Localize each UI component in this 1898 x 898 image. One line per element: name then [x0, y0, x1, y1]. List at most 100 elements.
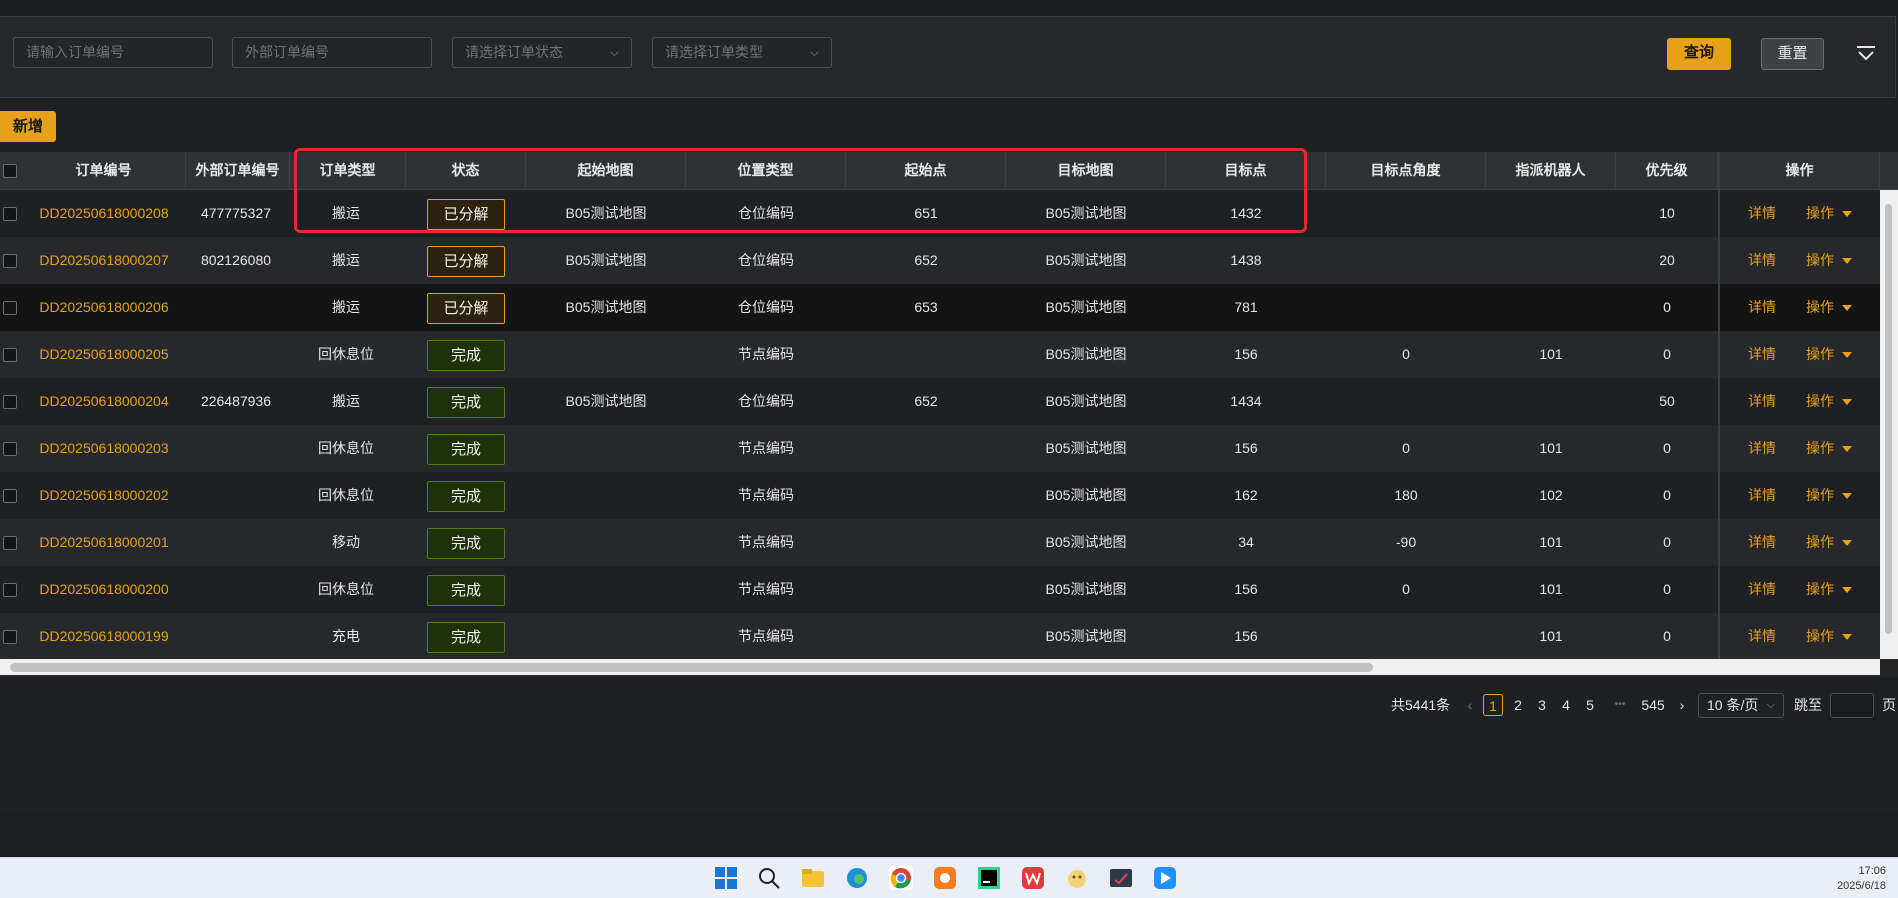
order-id-link[interactable]: DD20250618000205: [22, 331, 186, 378]
table-row[interactable]: DD20250618000207 802126080 搬运 已分解 B05测试地图 仓位编…: [0, 237, 1880, 284]
order-id-link[interactable]: DD20250618000204: [22, 378, 186, 425]
action-dropdown[interactable]: 操作: [1806, 393, 1852, 409]
action-dropdown[interactable]: 操作: [1806, 534, 1852, 550]
detail-link[interactable]: 详情: [1748, 205, 1776, 221]
cell-priority: 0: [1663, 581, 1671, 597]
detail-link[interactable]: 详情: [1748, 628, 1776, 644]
detail-link[interactable]: 详情: [1748, 440, 1776, 456]
page-3[interactable]: 3: [1532, 694, 1552, 716]
row-checkbox[interactable]: [3, 442, 17, 456]
add-button[interactable]: 新增: [0, 111, 56, 142]
row-checkbox[interactable]: [3, 395, 17, 409]
page-last[interactable]: 545: [1638, 694, 1668, 716]
action-dropdown[interactable]: 操作: [1806, 487, 1852, 503]
row-checkbox[interactable]: [3, 207, 17, 221]
collapse-filter-icon[interactable]: [1856, 45, 1876, 63]
order-id-link[interactable]: DD20250618000203: [22, 425, 186, 472]
page-5[interactable]: 5: [1580, 694, 1600, 716]
action-dropdown[interactable]: 操作: [1806, 299, 1852, 315]
order-id-link[interactable]: DD20250618000200: [22, 566, 186, 613]
cell-start-map: B05测试地图: [565, 252, 647, 268]
select-all-checkbox[interactable]: [3, 164, 17, 178]
detail-link[interactable]: 详情: [1748, 581, 1776, 597]
ext-order-input[interactable]: 外部订单编号: [232, 37, 432, 68]
detail-link[interactable]: 详情: [1748, 346, 1776, 362]
caret-down-icon: [1842, 399, 1852, 406]
next-page-icon[interactable]: ›: [1676, 694, 1688, 716]
detail-link[interactable]: 详情: [1748, 299, 1776, 315]
order-id-link[interactable]: DD20250618000199: [22, 613, 186, 660]
actions-cell: 详情 操作: [1720, 472, 1880, 519]
pycharm-icon[interactable]: [977, 866, 1001, 890]
status-badge: 完成: [427, 527, 505, 559]
row-checkbox[interactable]: [3, 489, 17, 503]
table-row[interactable]: DD20250618000206 搬运 已分解 B05测试地图 仓位编码 653 B05测试…: [0, 284, 1880, 331]
vertical-scrollbar[interactable]: [1880, 190, 1898, 659]
chevron-down-icon: ⌵: [809, 45, 819, 59]
row-checkbox[interactable]: [3, 301, 17, 315]
edge-icon[interactable]: [845, 866, 869, 890]
page-2[interactable]: 2: [1508, 694, 1528, 716]
detail-link[interactable]: 详情: [1748, 487, 1776, 503]
app-blue-icon[interactable]: [1153, 866, 1177, 890]
action-dropdown[interactable]: 操作: [1806, 628, 1852, 644]
wps-icon[interactable]: [1021, 866, 1045, 890]
order-id-link[interactable]: DD20250618000202: [22, 472, 186, 519]
page-1[interactable]: 1: [1483, 694, 1503, 716]
detail-link[interactable]: 详情: [1748, 252, 1776, 268]
order-id-link[interactable]: DD20250618000201: [22, 519, 186, 566]
page-size-select[interactable]: 10 条/页 ⌵: [1698, 693, 1784, 718]
search-icon[interactable]: [757, 866, 781, 890]
app-dark-icon[interactable]: [1109, 866, 1133, 890]
table-row[interactable]: DD20250618000200 回休息位 完成 节点编码 B05测试地图 156 0 101…: [0, 566, 1880, 613]
query-button[interactable]: 查询: [1667, 38, 1731, 70]
table-row[interactable]: DD20250618000199 充电 完成 节点编码 B05测试地图 156 101 0 详情…: [0, 613, 1880, 660]
horizontal-scroll-thumb[interactable]: [10, 663, 1373, 672]
cell-ext: [186, 613, 286, 660]
taskbar: 17:06 2025/6/18: [0, 857, 1898, 898]
detail-link[interactable]: 详情: [1748, 534, 1776, 550]
system-clock[interactable]: 17:06 2025/6/18: [1837, 864, 1886, 894]
row-checkbox[interactable]: [3, 583, 17, 597]
page-4[interactable]: 4: [1556, 694, 1576, 716]
row-checkbox[interactable]: [3, 348, 17, 362]
jump-input[interactable]: [1830, 693, 1874, 718]
jump-label: 跳至: [1794, 697, 1822, 713]
prev-page-icon[interactable]: ‹: [1464, 694, 1476, 716]
detail-link[interactable]: 详情: [1748, 393, 1776, 409]
row-checkbox[interactable]: [3, 630, 17, 644]
action-dropdown[interactable]: 操作: [1806, 440, 1852, 456]
order-id-link[interactable]: DD20250618000206: [22, 284, 186, 331]
row-checkbox[interactable]: [3, 536, 17, 550]
table-row[interactable]: DD20250618000201 移动 完成 节点编码 B05测试地图 34 -90 101 0…: [0, 519, 1880, 566]
table-row[interactable]: DD20250618000204 226487936 搬运 完成 B05测试地图 仓位编码…: [0, 378, 1880, 425]
status-cell: 已分解: [406, 284, 526, 331]
horizontal-scrollbar[interactable]: [0, 659, 1880, 675]
row-checkbox[interactable]: [3, 254, 17, 268]
reset-button[interactable]: 重置: [1761, 38, 1824, 70]
order-no-input[interactable]: 请输入订单编号: [13, 37, 213, 68]
action-dropdown[interactable]: 操作: [1806, 252, 1852, 268]
table-row[interactable]: DD20250618000203 回休息位 完成 节点编码 B05测试地图 156 0 101…: [0, 425, 1880, 472]
order-id-link[interactable]: DD20250618000208: [22, 190, 186, 237]
app-yellow-icon[interactable]: [1065, 866, 1089, 890]
cell-target-map: B05测试地图: [1045, 299, 1127, 315]
table-row[interactable]: DD20250618000202 回休息位 完成 节点编码 B05测试地图 162 180 1…: [0, 472, 1880, 519]
vertical-scroll-thumb[interactable]: [1885, 204, 1892, 634]
table-row[interactable]: DD20250618000205 回休息位 完成 节点编码 B05测试地图 156 0 101…: [0, 331, 1880, 378]
chrome-icon[interactable]: [889, 866, 913, 890]
action-dropdown[interactable]: 操作: [1806, 205, 1852, 221]
windows-start-icon[interactable]: [714, 866, 738, 890]
cell-robot: [1486, 237, 1616, 284]
cell-priority: 0: [1663, 440, 1671, 456]
order-id-link[interactable]: DD20250618000207: [22, 237, 186, 284]
file-explorer-icon[interactable]: [801, 866, 825, 890]
status-select[interactable]: 请选择订单状态 ⌵: [452, 37, 632, 68]
type-select[interactable]: 请选择订单类型 ⌵: [652, 37, 832, 68]
action-dropdown[interactable]: 操作: [1806, 581, 1852, 597]
action-dropdown[interactable]: 操作: [1806, 346, 1852, 362]
table-row[interactable]: DD20250618000208 477775327 搬运 已分解 B05测试地图 仓位编…: [0, 190, 1880, 237]
app-orange-icon[interactable]: [933, 866, 957, 890]
more-pages-icon[interactable]: •••: [1606, 694, 1634, 716]
filter-bar: 请输入订单编号 外部订单编号 请选择订单状态 ⌵ 请选择订单类型 ⌵ 查询 重置: [0, 16, 1896, 98]
